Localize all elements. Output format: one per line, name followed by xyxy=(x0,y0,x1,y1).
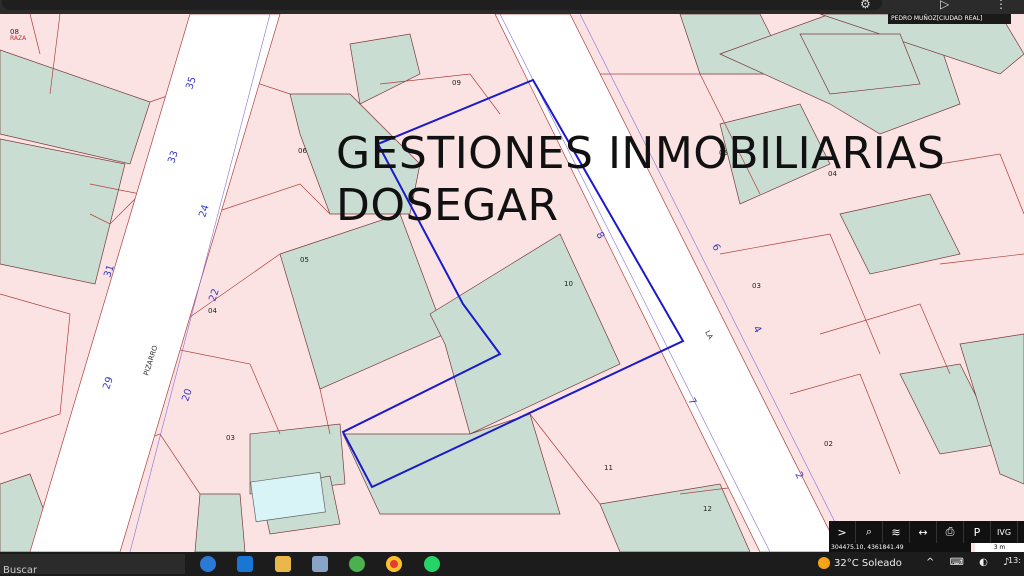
layers-icon[interactable]: ≋ xyxy=(883,521,910,543)
scale-bar: 3 m xyxy=(975,543,1024,552)
chrome-icon[interactable] xyxy=(386,556,402,572)
overlay-title: GESTIONES INMOBILIARIAS DOSEGAR xyxy=(336,128,1016,232)
measure-icon[interactable]: ↔ xyxy=(910,521,937,543)
kebab-icon[interactable]: ⋮ xyxy=(995,0,1007,11)
parcel-label: 03 xyxy=(752,282,761,290)
system-tray[interactable]: ^ ⌨ ◐ ♪ xyxy=(926,557,1015,568)
utorrent-icon[interactable] xyxy=(349,556,365,572)
parking-icon[interactable]: P xyxy=(964,521,991,543)
ivg-button[interactable]: IVG xyxy=(991,521,1018,543)
extensions-icon[interactable]: ⚙ xyxy=(860,0,871,11)
cadastral-map[interactable]: 09 08 06 05 04 03 10 05 04 03 02 11 12 R… xyxy=(0,14,1024,552)
parcel-label: 02 xyxy=(824,440,833,448)
weather-widget[interactable]: 32°C Soleado xyxy=(818,557,902,569)
parcel-label: 03 xyxy=(226,434,235,442)
address-bar[interactable] xyxy=(2,0,882,10)
taskbar-search[interactable]: Buscar xyxy=(0,554,185,574)
municipality-label: PEDRO MUÑOZ[CIUDAD REAL] xyxy=(888,14,1011,24)
coordinates-readout: 304475.10, 4361841.49 xyxy=(829,543,971,552)
parcel-label: 06 xyxy=(298,147,307,155)
taskbar: Buscar 32°C Soleado ^ ⌨ ◐ ♪ 13: xyxy=(0,552,1024,576)
overlay-line-1: GESTIONES INMOBILIARIAS xyxy=(336,128,946,179)
parcel-label: 09 xyxy=(452,79,461,87)
clock[interactable]: 13: xyxy=(1008,556,1021,565)
whatsapp-icon[interactable] xyxy=(424,556,440,572)
parcel-label: 12 xyxy=(703,505,712,513)
chevron-right-icon[interactable]: > xyxy=(829,521,856,543)
search-icon[interactable]: ⌕ xyxy=(856,521,883,543)
parcel-label: 05 xyxy=(300,256,309,264)
map-toolbar: > ⌕ ≋ ↔ ⎙ P IVG xyxy=(829,521,1024,543)
overlay-line-2: DOSEGAR xyxy=(336,180,559,231)
edge-icon[interactable] xyxy=(200,556,216,572)
print-icon[interactable]: ⎙ xyxy=(937,521,964,543)
calculator-icon[interactable] xyxy=(312,556,328,572)
parcel-label: RAZA xyxy=(10,35,27,42)
play-icon[interactable]: ▷ xyxy=(940,0,949,11)
browser-bar: ⚙ ▷ ⋮ xyxy=(0,0,1024,14)
weather-text: 32°C Soleado xyxy=(834,557,902,569)
parcel-label: 04 xyxy=(208,307,217,315)
outlook-icon[interactable] xyxy=(237,556,253,572)
sun-icon xyxy=(818,557,830,569)
folder-icon[interactable] xyxy=(275,556,291,572)
parcel-label: 10 xyxy=(564,280,573,288)
parcel-label: 11 xyxy=(604,464,613,472)
